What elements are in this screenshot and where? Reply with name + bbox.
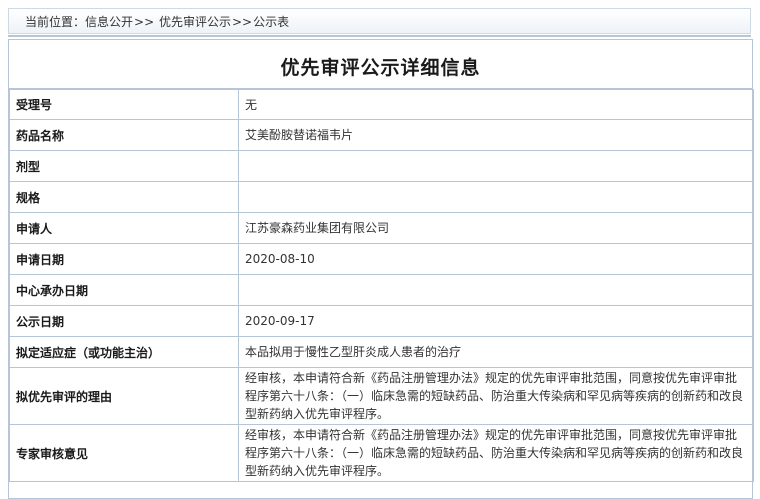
table-row: 拟定适应症（或功能主治） 本品拟用于慢性乙型肝炎成人患者的治疗 [9,336,754,368]
row-value [238,274,754,306]
table-row: 专家审核意见 经审核，本申请符合新《药品注册管理办法》规定的优先审评审批范围，同… [9,424,754,482]
breadcrumb-current: 公示表 [253,15,290,29]
row-value: 江苏豪森药业集团有限公司 [238,212,754,244]
breadcrumb-link-priority-review[interactable]: 优先审评公示 [159,15,231,29]
table-row: 申请日期 2020-08-10 [9,243,754,275]
row-value: 经审核，本申请符合新《药品注册管理办法》规定的优先审评审批范围，同意按优先审评审… [238,367,754,425]
row-value: 艾美酚胺替诺福韦片 [238,119,754,151]
breadcrumb: 当前位置：信息公开>> 优先审评公示>>公示表 [25,13,289,30]
row-label: 拟定适应症（或功能主治） [9,336,239,368]
breadcrumb-bar: 当前位置：信息公开>> 优先审评公示>>公示表 [8,8,751,34]
row-label: 拟优先审评的理由 [9,367,239,425]
row-label: 专家审核意见 [9,424,239,482]
table-row: 公示日期 2020-09-17 [9,305,754,337]
table-row: 拟优先审评的理由 经审核，本申请符合新《药品注册管理办法》规定的优先审评审批范围… [9,367,754,425]
breadcrumb-prefix: 当前位置： [25,15,86,29]
row-label: 受理号 [9,89,239,120]
row-value: 本品拟用于慢性乙型肝炎成人患者的治疗 [238,336,754,368]
divider [8,35,751,37]
table-row: 规格 [9,181,754,213]
row-label: 剂型 [9,150,239,182]
row-label: 公示日期 [9,305,239,337]
row-value: 经审核，本申请符合新《药品注册管理办法》规定的优先审评审批范围，同意按优先审评审… [238,424,754,482]
detail-panel: 优先审评公示详细信息 受理号 无 药品名称 艾美酚胺替诺福韦片 剂型 规格 申请… [8,39,754,499]
detail-table: 受理号 无 药品名称 艾美酚胺替诺福韦片 剂型 规格 申请人 江苏豪森药业集团有… [9,89,754,482]
page-title: 优先审评公示详细信息 [9,40,752,89]
table-row: 中心承办日期 [9,274,754,306]
table-row: 受理号 无 [9,89,754,120]
row-label: 申请日期 [9,243,239,275]
breadcrumb-separator: >> [231,15,253,29]
row-value: 无 [238,89,754,120]
row-value: 2020-08-10 [238,243,754,275]
row-value [238,150,754,182]
table-row: 药品名称 艾美酚胺替诺福韦片 [9,119,754,151]
row-label: 中心承办日期 [9,274,239,306]
table-row: 申请人 江苏豪森药业集团有限公司 [9,212,754,244]
table-row: 剂型 [9,150,754,182]
breadcrumb-link-info[interactable]: 信息公开 [85,15,133,29]
row-label: 申请人 [9,212,239,244]
row-value [238,181,754,213]
breadcrumb-separator: >> [134,15,155,29]
row-value: 2020-09-17 [238,305,754,337]
row-label: 药品名称 [9,119,239,151]
row-label: 规格 [9,181,239,213]
